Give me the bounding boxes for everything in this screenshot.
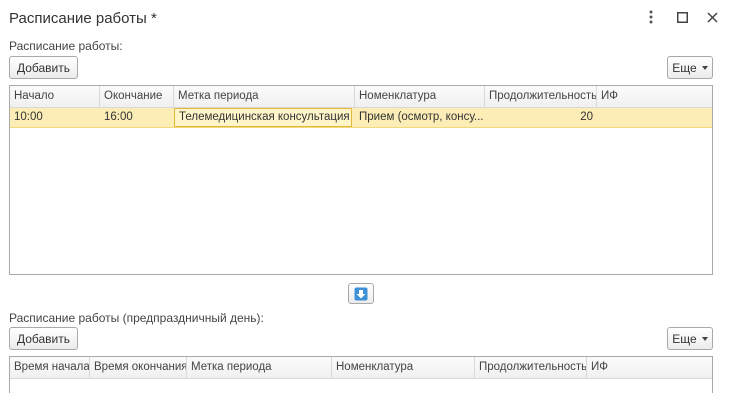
column-header-end-time[interactable]: Время окончания [90,357,187,378]
arrow-down-icon [354,287,368,300]
cell-if[interactable] [597,108,712,127]
more-vertical-icon[interactable] [642,8,660,26]
holiday-more-button[interactable]: Еще [667,327,713,350]
add-button-label: Добавить [16,60,71,75]
schedule-label: Расписание работы: [9,39,123,53]
move-down-button[interactable] [348,283,374,304]
chevron-down-icon [701,65,708,70]
column-header-end[interactable]: Окончание [100,86,174,107]
cell-start[interactable]: 10:00 [10,108,100,127]
add-button[interactable]: Добавить [9,56,78,79]
column-header-period-mark[interactable]: Метка периода [174,86,355,107]
holiday-schedule-label: Расписание работы (предпраздничный день)… [9,311,264,325]
column-header-start-time[interactable]: Время начала [10,357,90,378]
more-button[interactable]: Еще [667,56,713,79]
holiday-table-header: Время начала Время окончания Метка перио… [10,357,712,379]
table-row[interactable]: 10:00 16:00 Телемедицинская консультация… [10,108,712,128]
chevron-down-icon [701,336,708,341]
holiday-add-button-label: Добавить [16,331,71,346]
cell-end[interactable]: 16:00 [100,108,174,127]
holiday-schedule-table[interactable]: Время начала Время окончания Метка перио… [9,356,713,393]
cell-duration[interactable]: 20 [485,108,597,127]
column-header-start[interactable]: Начало [10,86,100,107]
close-icon[interactable] [703,8,721,26]
more-button-label: Еще [672,60,697,75]
column-header-duration[interactable]: Продолжительность [485,86,597,107]
holiday-more-button-label: Еще [672,331,697,346]
column-header-nomenclature[interactable]: Номенклатура [332,357,475,378]
schedule-table[interactable]: Начало Окончание Метка периода Номенклат… [9,85,713,275]
window-title: Расписание работы * [9,10,157,27]
cell-period-mark[interactable]: Телемедицинская консультация [174,108,352,127]
maximize-icon[interactable] [673,8,691,26]
column-header-period-mark[interactable]: Метка периода [187,357,332,378]
cell-nomenclature[interactable]: Прием (осмотр, консу... [355,108,485,127]
column-header-if[interactable]: ИФ [587,357,712,378]
holiday-add-button[interactable]: Добавить [9,327,78,350]
column-header-duration[interactable]: Продолжительность [475,357,587,378]
column-header-nomenclature[interactable]: Номенклатура [355,86,485,107]
table-header: Начало Окончание Метка периода Номенклат… [10,86,712,108]
column-header-if[interactable]: ИФ [597,86,712,107]
